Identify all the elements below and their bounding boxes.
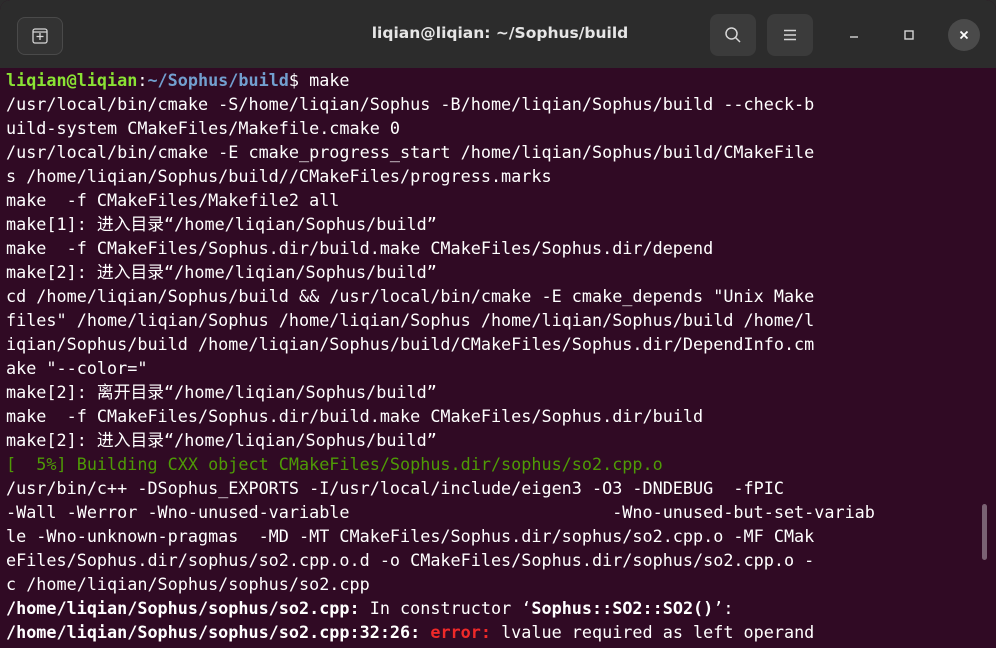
maximize-icon (904, 30, 914, 40)
close-icon (959, 30, 969, 40)
output-line: s /home/liqian/Sophus/build//CMakeFiles/… (6, 166, 552, 186)
output-line: cd /home/liqian/Sophus/build && /usr/loc… (6, 286, 815, 306)
compile-line: /usr/bin/c++ -DSophus_EXPORTS -I/usr/loc… (6, 478, 784, 498)
output-line: /usr/local/bin/cmake -S/home/liqian/Soph… (6, 94, 815, 114)
error-label: error: (430, 622, 491, 642)
prompt-colon: : (137, 70, 148, 90)
search-icon (725, 27, 741, 43)
quote-close: ’: (713, 598, 734, 618)
prompt-line: liqian@liqian:~/Sophus/build$ make (6, 68, 350, 92)
message-text: In constructor (359, 598, 522, 618)
minimize-icon (850, 36, 858, 38)
search-button[interactable] (710, 14, 756, 56)
error-message: lvalue required as left operand (490, 622, 815, 642)
output-line: make[2]: 离开目录“/home/liqian/Sophus/build” (6, 382, 437, 402)
output-line: make -f CMakeFiles/Makefile2 all (6, 190, 340, 210)
constructor-message-line: /home/liqian/Sophus/sophus/so2.cpp: In c… (6, 596, 733, 620)
output-line: /usr/local/bin/cmake -E cmake_progress_s… (6, 142, 815, 162)
compile-line: eFiles/Sophus.dir/sophus/so2.cpp.o.d -o … (6, 550, 815, 570)
compile-line: c /home/liqian/Sophus/sophus/so2.cpp (6, 574, 370, 594)
terminal-window: liqian@liqian: ~/Sophus/build liqian@liq… (0, 0, 996, 648)
quote-open: ‘ (521, 598, 532, 618)
prompt-symbol: $ (288, 70, 310, 90)
prompt-user: liqian@liqian (6, 70, 138, 90)
close-button[interactable] (948, 19, 980, 51)
menu-button[interactable] (767, 14, 813, 56)
output-line: ake "--color=" (6, 358, 148, 378)
error-message-line: /home/liqian/Sophus/sophus/so2.cpp:32:26… (6, 620, 814, 644)
window-title: liqian@liqian: ~/Sophus/build (371, 24, 629, 42)
output-line: iqian/Sophus/build /home/liqian/Sophus/b… (6, 334, 815, 354)
output-line: files" /home/liqian/Sophus /home/liqian/… (6, 310, 815, 330)
build-progress-line: [ 5%] Building CXX object CMakeFiles/Sop… (6, 454, 663, 474)
output-line: make -f CMakeFiles/Sophus.dir/build.make… (6, 406, 704, 426)
output-line: make[2]: 进入目录“/home/liqian/Sophus/build” (6, 430, 437, 450)
minimize-button[interactable] (838, 19, 870, 51)
output-line: make[2]: 进入目录“/home/liqian/Sophus/build” (6, 262, 437, 282)
compile-line: -Wall -Werror -Wno-unused-variable -Wno-… (6, 502, 875, 522)
scrollbar-thumb[interactable] (982, 504, 987, 560)
prompt-command: make (309, 70, 350, 90)
prompt-path: ~/Sophus/build (147, 70, 289, 90)
maximize-button[interactable] (893, 19, 925, 51)
hamburger-menu-icon (784, 29, 796, 41)
constructor-symbol: Sophus::SO2::SO2() (531, 598, 714, 618)
new-tab-button[interactable] (17, 17, 63, 55)
output-line: make -f CMakeFiles/Sophus.dir/build.make… (6, 238, 714, 258)
titlebar: liqian@liqian: ~/Sophus/build (0, 0, 996, 68)
source-location: /home/liqian/Sophus/sophus/so2.cpp: (6, 598, 360, 618)
terminal-output[interactable]: liqian@liqian:~/Sophus/build$ make /usr/… (6, 68, 990, 648)
output-line: uild-system CMakeFiles/Makefile.cmake 0 (6, 118, 401, 138)
output-line: make[1]: 进入目录“/home/liqian/Sophus/build” (6, 214, 437, 234)
compile-line: le -Wno-unknown-pragmas -MD -MT CMakeFil… (6, 526, 815, 546)
new-tab-icon (32, 28, 48, 44)
error-location: /home/liqian/Sophus/sophus/so2.cpp:32:26… (6, 622, 431, 642)
